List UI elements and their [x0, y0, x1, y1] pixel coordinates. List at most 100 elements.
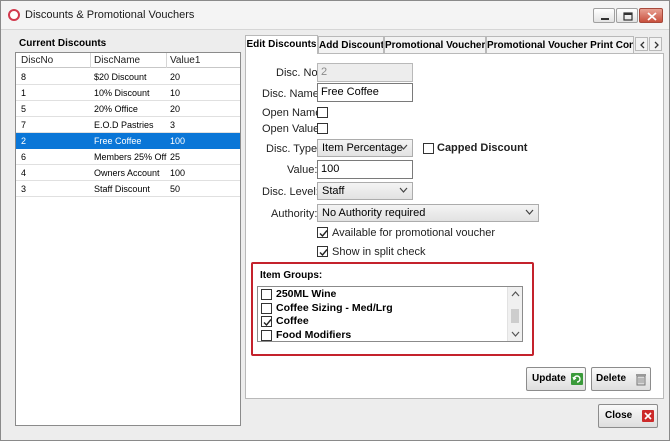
value-input[interactable]: 100: [317, 160, 413, 179]
disc-name-cell: E.O.D Pastries: [94, 120, 154, 130]
item-group-checkbox[interactable]: [261, 302, 272, 314]
title-bar: Discounts & Promotional Vouchers: [1, 1, 669, 30]
tab-edit-discounts[interactable]: Edit Discounts: [245, 35, 318, 54]
checkmark-icon: [263, 319, 272, 327]
update-label: Update: [532, 373, 566, 384]
tab-scroll-left-button[interactable]: [635, 37, 648, 51]
disc-name-cell: Owners Account: [94, 168, 160, 178]
disc-no-field: 2: [317, 63, 413, 82]
delete-button[interactable]: Delete: [591, 367, 651, 391]
app-icon: [8, 9, 20, 21]
minimize-button[interactable]: [593, 8, 615, 23]
open-value-checkbox[interactable]: [317, 123, 328, 134]
authority-select[interactable]: No Authority required: [317, 204, 539, 222]
chevron-down-icon: [525, 209, 534, 215]
value-cell: 20: [170, 72, 181, 82]
item-group-checkbox[interactable]: [261, 316, 272, 327]
disc-level-select[interactable]: Staff: [317, 182, 413, 200]
item-groups-list[interactable]: 250ML Wine Coffee Sizing - Med/Lrg Coffee F…: [257, 286, 523, 342]
trash-icon: [636, 374, 646, 386]
disc-no-label: Disc. No:: [276, 67, 321, 79]
checkmark-icon: [319, 249, 328, 257]
item-group-label: Food Modifiers: [276, 328, 352, 341]
show-in-split-check-label: Show in split check: [332, 246, 426, 258]
capped-discount-checkbox[interactable]: [423, 143, 434, 154]
chevron-down-icon[interactable]: [511, 331, 520, 337]
disc-no-cell: 3: [21, 184, 27, 194]
table-row[interactable]: 3 Staff Discount 50: [16, 181, 240, 197]
tab-add-discount[interactable]: Add Discount: [318, 36, 384, 53]
authority-value: No Authority required: [322, 207, 426, 219]
value-cell: 50: [170, 184, 181, 194]
capped-discount-label: Capped Discount: [437, 142, 528, 154]
table-row[interactable]: 5 20% Office 20: [16, 101, 240, 117]
delete-label: Delete: [596, 373, 627, 384]
table-row[interactable]: 1 10% Discount 10: [16, 85, 240, 101]
value-cell: 100: [170, 168, 186, 178]
maximize-button[interactable]: [616, 8, 638, 23]
value-cell: 25: [170, 152, 181, 162]
tab-promotional-voucher[interactable]: Promotional Voucher: [384, 36, 486, 53]
item-group-checkbox[interactable]: [261, 329, 272, 341]
scrollbar-thumb[interactable]: [511, 309, 519, 323]
disc-name-label: Disc. Name:: [262, 88, 322, 100]
update-button[interactable]: Update: [526, 367, 586, 391]
available-for-voucher-label: Available for promotional voucher: [332, 227, 496, 239]
show-in-split-check-checkbox[interactable]: [317, 246, 328, 257]
item-group-label: Coffee: [276, 315, 309, 327]
disc-name-cell: 10% Discount: [94, 88, 150, 98]
value-label: Value:: [287, 164, 318, 176]
open-name-checkbox[interactable]: [317, 107, 328, 118]
chevron-right-icon: [654, 41, 659, 49]
disc-name-cell: Staff Discount: [94, 184, 150, 194]
refresh-icon: [571, 373, 583, 385]
value-cell: 3: [170, 120, 176, 130]
chevron-left-icon: [640, 41, 645, 49]
disc-type-label: Disc. Type:: [266, 143, 321, 155]
value-cell: 20: [170, 104, 181, 114]
maximize-icon: [623, 12, 633, 21]
item-group-label: 250ML Wine: [276, 288, 337, 300]
disc-type-value: Item Percentage: [322, 142, 403, 154]
current-discounts-title: Current Discounts: [19, 38, 107, 49]
disc-type-select[interactable]: Item Percentage: [317, 139, 413, 157]
table-row[interactable]: 4 Owners Account 100: [16, 165, 240, 181]
disc-name-cell: Members 25% Off: [94, 152, 167, 162]
table-row[interactable]: 6 Members 25% Off 25: [16, 149, 240, 165]
close-x-icon: [642, 410, 654, 422]
table-row[interactable]: 8 $20 Discount 20: [16, 69, 240, 85]
tab-promotional-voucher-print-config[interactable]: Promotional Voucher Print Confi: [486, 36, 634, 53]
discounts-list[interactable]: DiscNo DiscName Value1 8 $20 Discount 20 1 1…: [15, 52, 241, 426]
window-title: Discounts & Promotional Vouchers: [25, 9, 195, 21]
item-groups-scrollbar[interactable]: [507, 287, 522, 341]
disc-name-input[interactable]: Free Coffee: [317, 83, 413, 102]
disc-name-cell: 20% Office: [94, 104, 138, 114]
disc-name-cell: Free Coffee: [94, 136, 142, 146]
column-header-value1[interactable]: Value1: [170, 55, 200, 66]
disc-no-cell: 7: [21, 120, 27, 130]
authority-label: Authority:: [271, 208, 318, 220]
tab-scroll-right-button[interactable]: [649, 37, 662, 51]
close-button[interactable]: Close: [598, 404, 658, 428]
disc-no-cell: 1: [21, 88, 27, 98]
tab-strip: Edit Discounts Add Discount Promotional …: [245, 35, 663, 54]
disc-no-cell: 4: [21, 168, 27, 178]
list-header: DiscNo DiscName Value1: [16, 53, 240, 68]
discounts-window: Discounts & Promotional Vouchers Current…: [0, 0, 670, 441]
disc-no-cell: 6: [21, 152, 27, 162]
chevron-up-icon[interactable]: [511, 291, 520, 297]
item-group-checkbox[interactable]: [261, 289, 272, 300]
available-for-voucher-checkbox[interactable]: [317, 227, 328, 238]
close-icon: [647, 12, 657, 21]
disc-no-cell: 8: [21, 72, 27, 82]
disc-level-value: Staff: [322, 185, 345, 197]
table-row[interactable]: 7 E.O.D Pastries 3: [16, 117, 240, 133]
item-groups-title: Item Groups:: [260, 270, 323, 281]
close-window-button[interactable]: [639, 8, 663, 23]
table-row[interactable]: 2 Free Coffee 100: [16, 133, 240, 149]
open-value-label: Open Value: [262, 123, 320, 135]
column-header-discname[interactable]: DiscName: [94, 55, 140, 66]
disc-no-cell: 5: [21, 104, 27, 114]
column-header-discno[interactable]: DiscNo: [21, 55, 53, 66]
open-name-label: Open Name: [262, 107, 322, 119]
